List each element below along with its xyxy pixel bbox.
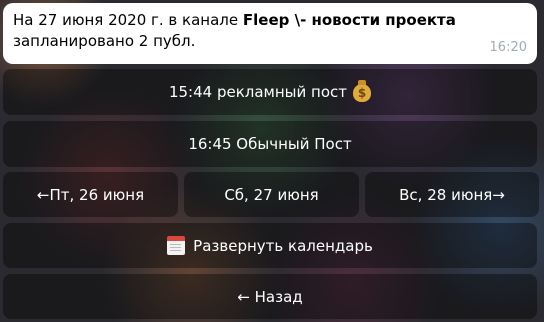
message-line-1: На 27 июня 2020 г. в канале Fleep \- нов… xyxy=(13,10,527,31)
prev-day-label: ←Пт, 26 июня xyxy=(36,185,145,204)
channel-name: Fleep \- новости проекта xyxy=(242,11,456,29)
message-line-2: запланировано 2 публ. xyxy=(13,32,196,50)
bot-message: На 27 июня 2020 г. в канале Fleep \- нов… xyxy=(3,3,537,64)
post-1645-button[interactable]: 16:45 Обычный Пост xyxy=(3,121,537,167)
money-bag-icon xyxy=(353,80,372,102)
next-day-button[interactable]: Вс, 28 июня→ xyxy=(365,172,539,217)
back-button[interactable]: ← Назад xyxy=(3,274,537,319)
current-day-button[interactable]: Сб, 27 июня xyxy=(184,172,359,217)
expand-calendar-label: Развернуть календарь xyxy=(193,236,373,255)
back-label: ← Назад xyxy=(237,287,303,306)
next-day-label: Вс, 28 июня→ xyxy=(399,185,505,204)
expand-calendar-button[interactable]: Развернуть календарь xyxy=(3,223,537,268)
prev-day-button[interactable]: ←Пт, 26 июня xyxy=(3,172,178,217)
current-day-label: Сб, 27 июня xyxy=(224,185,319,204)
calendar-icon xyxy=(167,236,186,255)
message-prefix: На 27 июня 2020 г. в канале xyxy=(13,11,239,29)
post-1544-label: 15:44 рекламный пост xyxy=(168,83,348,101)
post-1544-button[interactable]: 15:44 рекламный пост xyxy=(3,69,537,115)
message-time: 16:20 xyxy=(489,40,527,55)
post-1645-label: 16:45 Обычный Пост xyxy=(188,135,352,153)
